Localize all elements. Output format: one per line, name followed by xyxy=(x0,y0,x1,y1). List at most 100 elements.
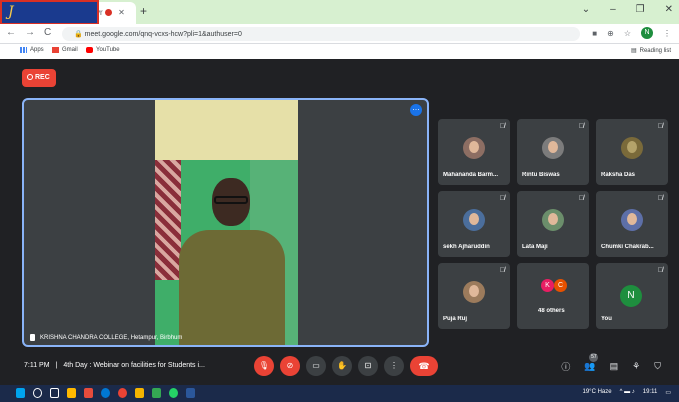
people-icon[interactable]: 👥 57 xyxy=(584,353,599,372)
participant-name: Rintu Biswas xyxy=(522,172,560,178)
present-screen-button[interactable]: ⊡ xyxy=(358,356,378,376)
bookmark-apps[interactable]: Apps xyxy=(20,47,44,53)
avatar xyxy=(463,209,485,231)
participant-tile[interactable]: 🎙̸ Puja Ruj xyxy=(438,263,510,329)
tab-close-icon[interactable]: ✕ xyxy=(118,8,125,17)
participant-tile[interactable]: 🎙̸ Rintu Biswas xyxy=(517,119,589,185)
avatar xyxy=(542,137,564,159)
avatar xyxy=(463,137,485,159)
mic-off-icon: 🎙̸ xyxy=(499,195,505,202)
clock[interactable]: 19:11 xyxy=(643,389,658,396)
bookmark-label: YouTube xyxy=(96,47,120,53)
avatar: C xyxy=(554,279,567,292)
participant-tile[interactable]: 🎙̸ Mahananda Barm... xyxy=(438,119,510,185)
camera-toggle-button[interactable]: ⊘ xyxy=(280,356,300,376)
chrome-icon[interactable] xyxy=(118,388,127,398)
microphone-toggle-button[interactable]: 🎙 xyxy=(254,356,274,376)
info-icon[interactable]: ⓘ xyxy=(561,360,570,373)
meeting-title: 4th Day : Webinar on facilities for Stud… xyxy=(63,362,205,369)
weather-status[interactable]: 19°C Haze xyxy=(583,389,612,396)
reading-list-button[interactable]: ▤ Reading list xyxy=(630,47,671,55)
camera-icon[interactable]: ■ xyxy=(592,29,597,38)
url-input[interactable]: 🔒 meet.google.com/qnq-vcxs-hcw?pli=1&aut… xyxy=(62,27,580,41)
tile-options-icon[interactable]: … xyxy=(410,104,422,116)
participant-tile[interactable]: 🎙̸ sekh Ajharuddin xyxy=(438,191,510,257)
recording-tab-icon xyxy=(104,9,112,16)
reading-list-label: Reading list xyxy=(639,47,671,54)
participant-tile[interactable]: 🎙̸ Lata Maji xyxy=(517,191,589,257)
search-icon[interactable] xyxy=(33,388,42,398)
whatsapp-icon[interactable] xyxy=(169,388,178,398)
pinned-participant-label: KRISHNA CHANDRA COLLEGE, Hetampur, Birbh… xyxy=(30,334,182,341)
lock-icon: 🔒 xyxy=(74,31,83,38)
leave-call-button[interactable]: ☎ xyxy=(410,356,438,376)
windows-taskbar: 19°C Haze ^ ▬ ♪ 19:11 ▭ xyxy=(0,385,679,402)
url-text: meet.google.com/qnq-vcxs-hcw?pli=1&authu… xyxy=(84,31,242,38)
self-avatar: N xyxy=(620,285,642,307)
windows-start-icon[interactable] xyxy=(16,388,25,398)
meeting-details-separator: | xyxy=(55,362,58,369)
captions-button[interactable]: ▭ xyxy=(306,356,326,376)
record-icon xyxy=(27,74,33,80)
app-icon[interactable] xyxy=(152,388,161,398)
bookmark-youtube[interactable]: YouTube xyxy=(86,47,120,53)
mic-off-icon: 🎙̸ xyxy=(578,123,584,130)
self-tile[interactable]: 🎙̸ N You xyxy=(596,263,668,329)
maximize-button[interactable]: ❐ xyxy=(636,4,645,15)
mic-off-icon: 🎙̸ xyxy=(499,123,505,130)
video-curtain xyxy=(155,160,181,280)
pinned-video-tile[interactable]: … KRISHNA CHANDRA COLLEGE, Hetampur, Bir… xyxy=(22,98,429,347)
avatar-face xyxy=(627,213,637,225)
bookmark-star-icon[interactable]: ☆ xyxy=(624,29,631,38)
avatar-face xyxy=(627,141,637,153)
overlay-thumbnail: J xyxy=(0,0,99,25)
host-controls-icon[interactable]: ⛉ xyxy=(654,361,661,372)
activities-icon[interactable]: ⚘ xyxy=(632,361,640,372)
reload-icon[interactable]: C xyxy=(44,27,51,38)
avatar-face xyxy=(469,141,479,153)
participant-tile[interactable]: 🎙̸ Raksha Das xyxy=(596,119,668,185)
pin-icon[interactable] xyxy=(30,334,35,341)
edge-icon[interactable] xyxy=(101,388,110,398)
file-explorer-icon[interactable] xyxy=(67,388,76,398)
more-options-button[interactable]: ⋮ xyxy=(384,356,404,376)
bookmark-label: Apps xyxy=(30,47,44,53)
participant-tile[interactable]: 🎙̸ Chumki Chakrab... xyxy=(596,191,668,257)
forward-arrow-icon[interactable]: → xyxy=(25,27,35,38)
taskbar-apps xyxy=(16,388,195,398)
zoom-icon[interactable]: ⊕ xyxy=(607,29,614,38)
avatar-face xyxy=(548,213,558,225)
participant-name: Mahananda Barm... xyxy=(443,172,499,178)
app-icon[interactable] xyxy=(84,388,93,398)
close-window-button[interactable]: ✕ xyxy=(665,4,673,15)
new-tab-button[interactable]: + xyxy=(140,4,147,18)
minimize-button[interactable]: – xyxy=(610,4,616,15)
avatar: K xyxy=(541,279,554,292)
chat-icon[interactable]: ▤ xyxy=(610,361,619,372)
address-bar-icons: ■ ⊕ ☆ N ⋮ xyxy=(592,27,671,39)
task-view-icon[interactable] xyxy=(50,388,59,398)
avatar-face xyxy=(469,213,479,225)
speaker-body xyxy=(179,230,285,345)
reading-list-icon: ▤ xyxy=(630,48,637,54)
bookmark-gmail[interactable]: Gmail xyxy=(52,47,78,53)
tab-search-icon[interactable]: ⌄ xyxy=(582,4,590,15)
notification-icon[interactable]: ▭ xyxy=(665,389,671,396)
recording-badge: REC xyxy=(22,69,56,87)
speaker-glasses xyxy=(214,196,248,204)
back-arrow-icon[interactable]: ← xyxy=(6,27,16,38)
others-avatars: K C xyxy=(541,279,567,292)
profile-avatar[interactable]: N xyxy=(641,27,653,39)
word-icon[interactable] xyxy=(186,388,195,398)
avatar xyxy=(621,209,643,231)
raise-hand-button[interactable]: ✋ xyxy=(332,356,352,376)
meet-control-bar: 7:11 PM | 4th Day : Webinar on facilitie… xyxy=(0,352,679,385)
video-wall xyxy=(155,100,298,160)
tray-icons[interactable]: ^ ▬ ♪ xyxy=(620,389,635,396)
kebab-menu-icon[interactable]: ⋮ xyxy=(663,29,671,38)
participant-name: Lata Maji xyxy=(522,244,548,250)
mic-off-icon: 🎙̸ xyxy=(578,195,584,202)
app-icon[interactable] xyxy=(135,388,144,398)
side-controls: ⓘ 👥 57 ▤ ⚘ ⛉ xyxy=(561,353,661,373)
others-tile[interactable]: K C 48 others xyxy=(517,263,589,329)
